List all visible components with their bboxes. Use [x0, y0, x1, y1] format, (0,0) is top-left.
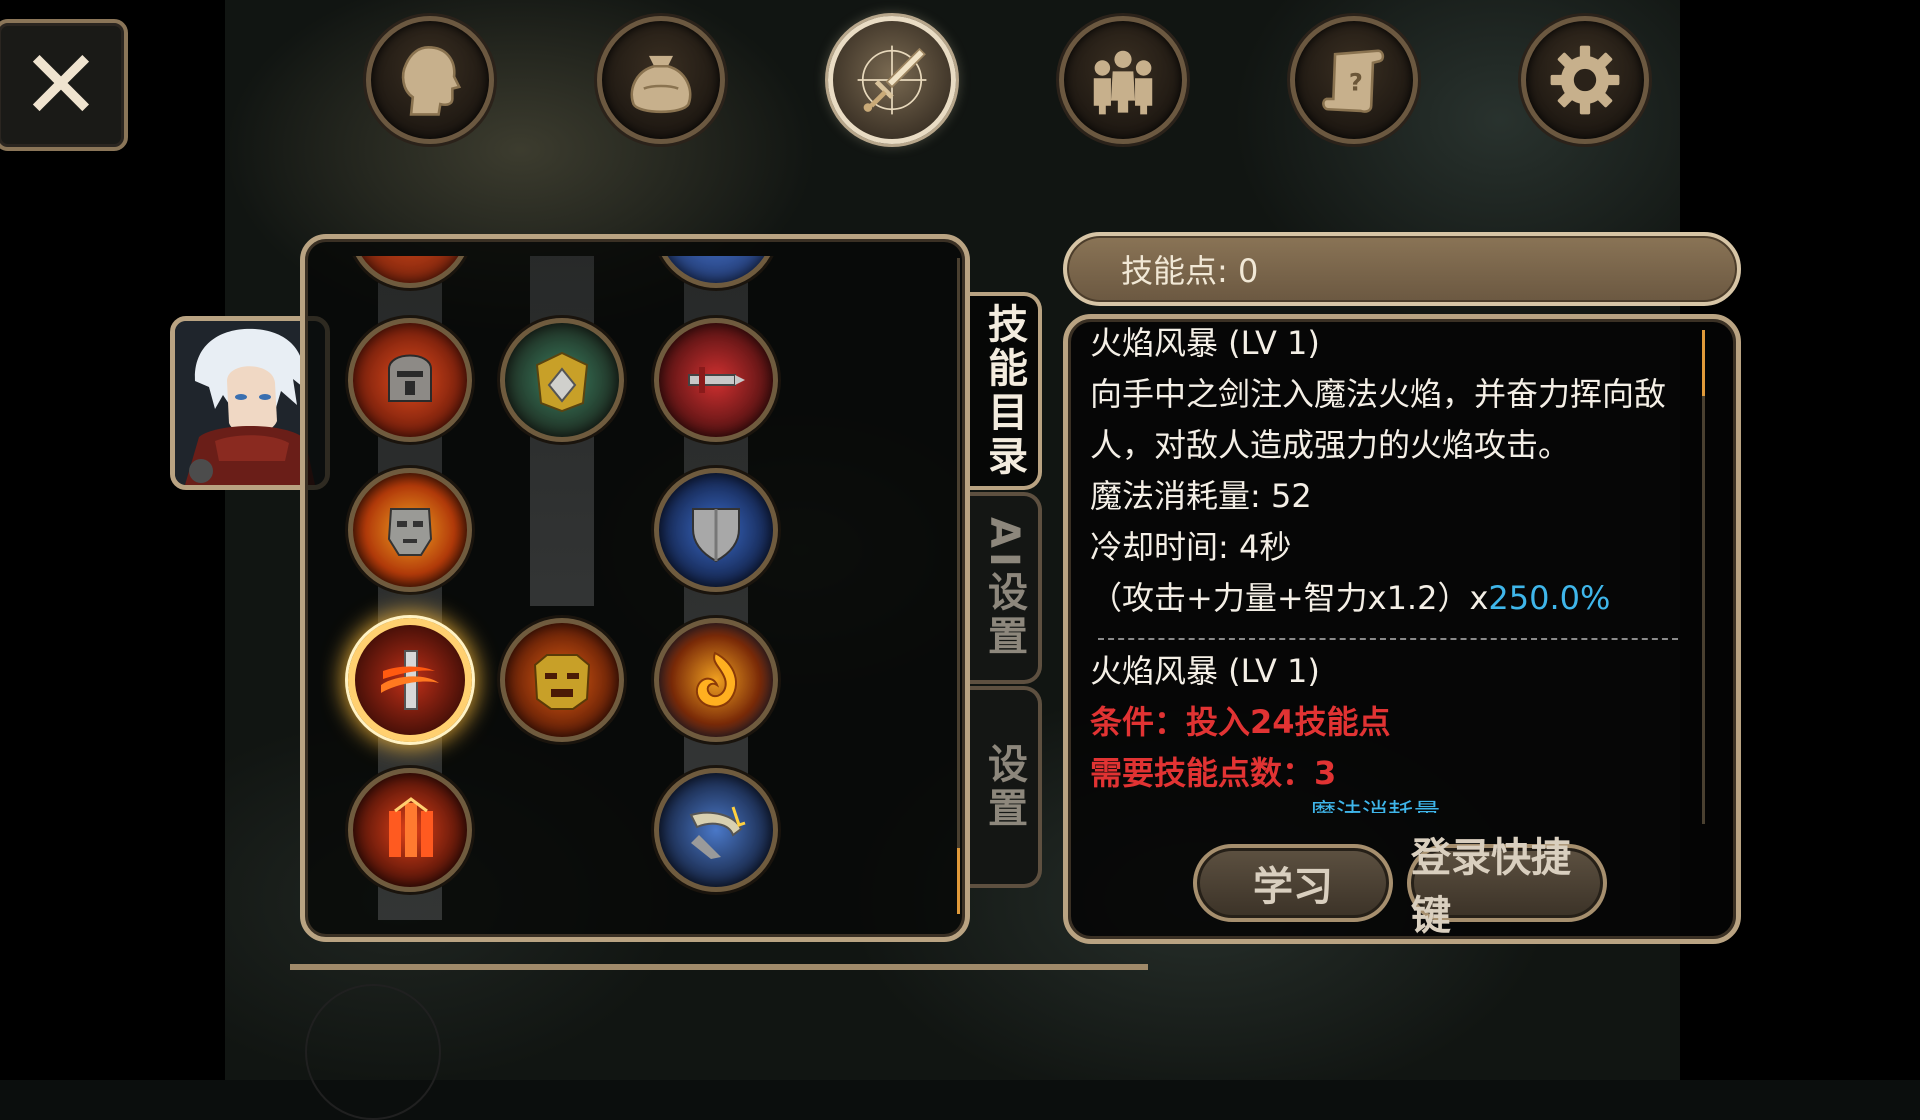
inventory-tab[interactable] [597, 16, 725, 144]
skill-red-sword[interactable] [654, 318, 778, 442]
settings-tab[interactable] [1521, 16, 1649, 144]
gear-icon [1550, 45, 1620, 115]
party-tab[interactable] [1059, 16, 1187, 144]
fire-helmet-icon [388, 354, 432, 402]
fire-pillar-icon [389, 797, 433, 857]
tab-settings[interactable]: 设置 [970, 686, 1042, 888]
svg-text:?: ? [1349, 68, 1363, 96]
skill-golden-armor[interactable] [500, 318, 624, 442]
formula-prefix: （攻击+力量+智力x1.2）x [1090, 579, 1489, 617]
golden-armor-icon [535, 351, 589, 413]
skill-fire-helmet[interactable] [348, 318, 472, 442]
skill-node-partial-1[interactable] [348, 256, 472, 288]
scroll-icon: ? [1322, 49, 1385, 113]
bottom-joystick-outline [305, 984, 441, 1120]
skill-blue-shield[interactable] [654, 468, 778, 592]
skill-info-scrollbar[interactable] [1702, 330, 1705, 824]
tab-skill-catalog[interactable]: 技能目录 [970, 292, 1042, 490]
head-icon [401, 46, 462, 116]
info-divider [1098, 638, 1678, 640]
skill-info-scroll-thumb[interactable] [1702, 330, 1705, 396]
letterbox-left [0, 0, 225, 1080]
lion-icon [533, 654, 591, 710]
skill-lion-roar[interactable] [500, 618, 624, 742]
register-hotkey-button[interactable]: 登录快捷键 [1407, 835, 1607, 939]
quest-tab[interactable]: ? [1290, 16, 1418, 144]
damage-formula: （攻击+力量+智力x1.2）x250.0% [1090, 573, 1710, 624]
required-points: 需要技能点数：3 [1090, 754, 1337, 792]
skill-tree-scroll-thumb[interactable] [957, 848, 960, 914]
next-level-title: 火焰风暴 (LV 1) [1090, 652, 1320, 690]
close-icon: ✕ [20, 29, 102, 141]
lightning-slash-icon [689, 806, 746, 859]
skill-fire-swirl[interactable] [654, 618, 778, 742]
skill-tree-scrollbar[interactable] [957, 258, 960, 914]
flame-sword-icon [381, 650, 439, 710]
character-tab[interactable] [366, 16, 494, 144]
learn-button[interactable]: 学习 [1193, 844, 1393, 922]
blue-shield-icon [692, 508, 740, 563]
sword-compass-icon [857, 45, 927, 115]
skill-title: 火焰风暴 (LV 1) [1090, 324, 1320, 362]
skill-points-label: 技能点: 0 [1121, 252, 1259, 290]
register-hotkey-label: 登录快捷键 [1411, 835, 1571, 939]
close-button[interactable]: ✕ [0, 19, 128, 151]
fire-swirl-icon [695, 651, 738, 708]
cooldown: 冷却时间: 4秒 [1090, 528, 1292, 566]
skill-points-bar: 技能点: 0 [1063, 232, 1741, 306]
skills-tab[interactable] [828, 16, 956, 144]
stone-face-icon [387, 508, 433, 556]
tab-ai-settings[interactable]: AI设置 [970, 492, 1042, 684]
tab-settings-label: 设置 [981, 743, 1027, 831]
red-sword-icon [688, 367, 745, 393]
learn-button-label: 学习 [1253, 864, 1333, 910]
people-icon [1093, 50, 1153, 115]
skill-description: 向手中之剑注入魔法火焰，并奋力挥向敌人，对敌人造成强力的火焰攻击。 [1090, 375, 1667, 464]
cut-off-line: 魔法消耗量 [1310, 799, 1710, 813]
mana-cost: 魔法消耗量: 52 [1090, 477, 1312, 515]
skill-lightning-slash[interactable] [654, 768, 778, 892]
skill-fire-storm[interactable] [348, 618, 472, 742]
learn-condition: 条件：投入24技能点 [1090, 703, 1391, 741]
skill-stone-face[interactable] [348, 468, 472, 592]
skill-tree-scroll[interactable] [320, 256, 960, 920]
skill-info-scroll[interactable]: 火焰风暴 (LV 1) 向手中之剑注入魔法火焰，并奋力挥向敌人，对敌人造成强力的… [1090, 318, 1710, 826]
skill-node-partial-2[interactable] [654, 256, 778, 288]
tab-ai-settings-label: AI设置 [981, 517, 1027, 659]
skill-fire-pillar[interactable] [348, 768, 472, 892]
formula-value: 250.0% [1488, 579, 1611, 617]
bottom-divider [290, 964, 1148, 970]
bag-icon [630, 55, 692, 114]
tab-skill-catalog-label: 技能目录 [981, 303, 1027, 479]
